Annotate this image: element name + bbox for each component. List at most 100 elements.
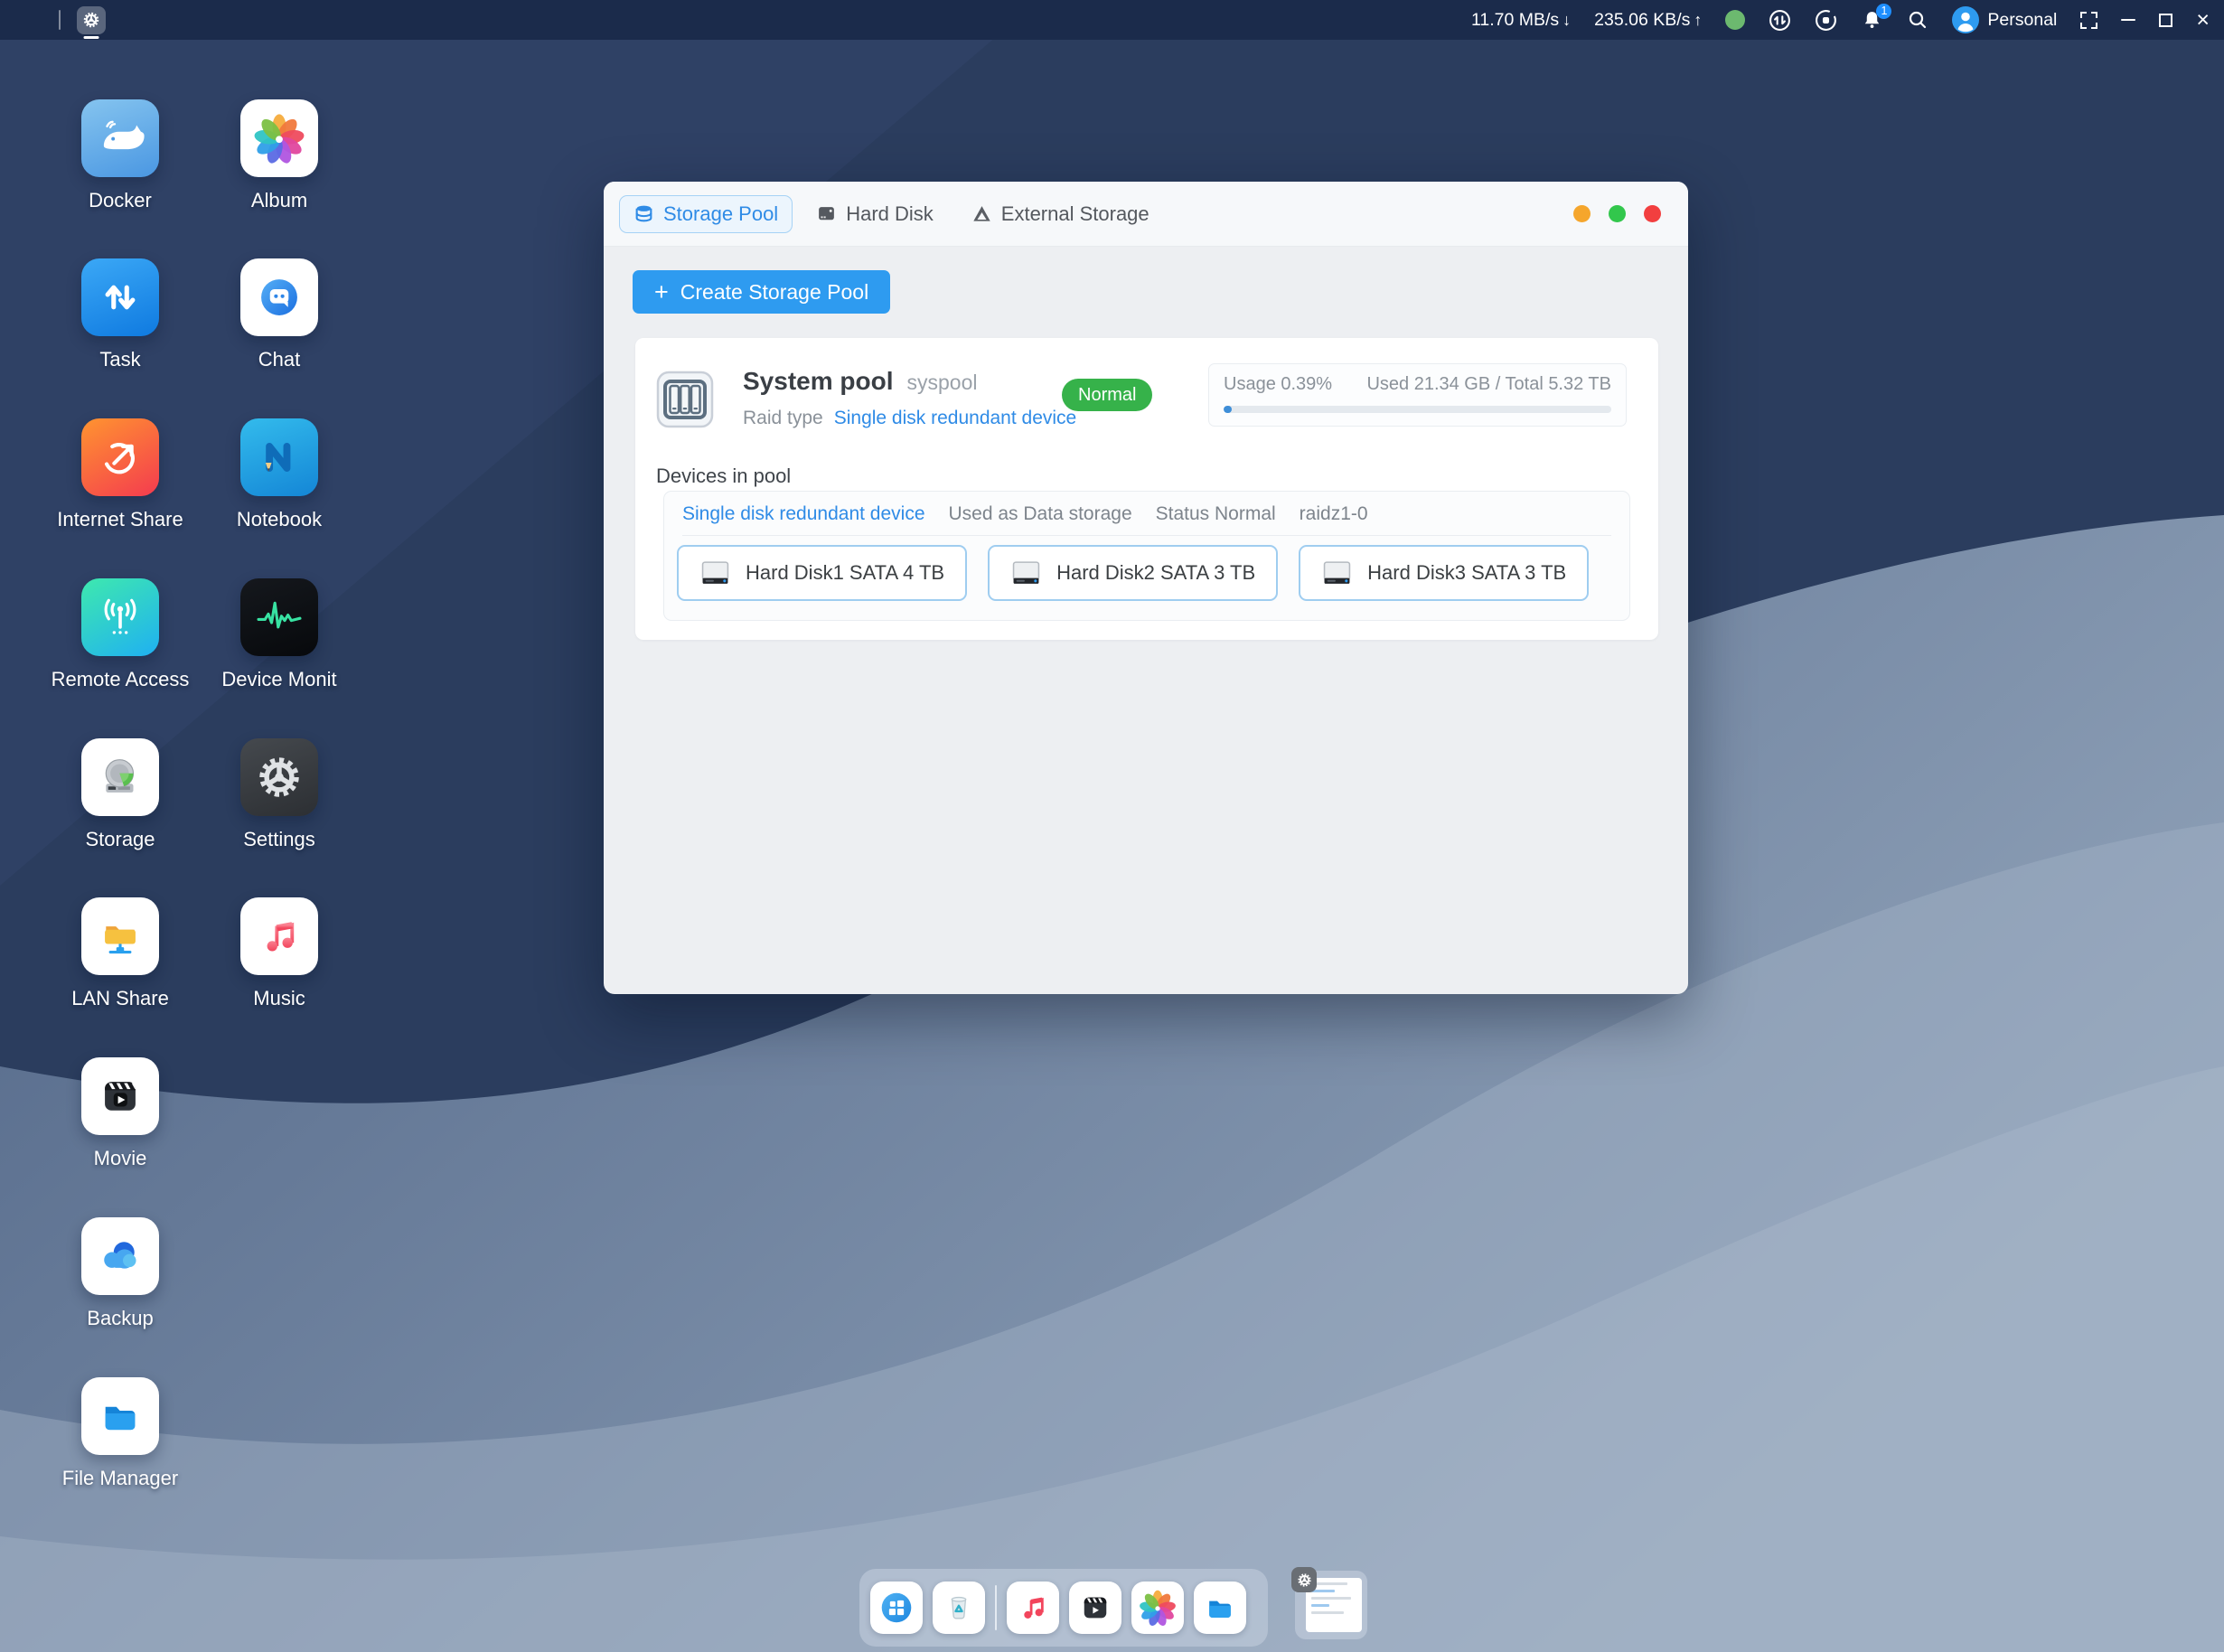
desktop-app-label: Settings [243,828,315,851]
remote-access-antenna-icon [81,578,159,656]
desktop-app-backup[interactable]: Backup [30,1217,211,1330]
desktop-app-label: LAN Share [71,987,169,1010]
desktop-app-chat[interactable]: Chat [189,258,370,371]
maximize-button[interactable] [2159,14,2172,27]
download-speed: 11.70 MB/s ↓ [1471,10,1571,31]
hdd-icon [1010,559,1043,587]
desktop-app-lan-share[interactable]: LAN Share [30,897,211,1010]
desktop-app-notebook[interactable]: Notebook [189,418,370,531]
usage-bar [1224,406,1611,413]
minimize-light[interactable] [1573,205,1591,222]
desktop-app-music[interactable]: Music [189,897,370,1010]
lan-share-folder-icon [81,897,159,975]
dock-app-launcher[interactable] [870,1582,923,1634]
dock-trash[interactable] [933,1582,985,1634]
pool-status-badge: Normal [1062,379,1152,411]
pool-raid-row: Raid type Single disk redundant device [743,408,1076,429]
devices-section-title: Devices in pool [656,465,791,488]
close-light[interactable] [1644,205,1661,222]
desktop-app-task[interactable]: Task [30,258,211,371]
fullscreen-icon[interactable] [2080,12,2097,29]
desktop-app-label: Task [99,348,140,371]
desktop-app-settings[interactable]: Settings [189,738,370,851]
raid-type-label: Raid type [743,408,823,429]
taskbar-divider [59,10,61,30]
backup-cloud-icon [81,1217,159,1295]
dock-music[interactable] [1007,1582,1059,1634]
desktop-app-remote-access[interactable]: Remote Access [30,578,211,691]
devices-used-as: Used as Data storage [949,503,1132,525]
create-storage-pool-button[interactable]: + Create Storage Pool [633,270,890,314]
desktop-app-movie[interactable]: Movie [30,1057,211,1170]
desktop-app-internet-share[interactable]: Internet Share [30,418,211,531]
album-pinwheel-icon [240,99,318,177]
minimize-button[interactable] [2121,19,2135,22]
search-icon[interactable] [1907,9,1928,31]
desktop-app-docker[interactable]: Docker [30,99,211,212]
desktop-app-file-manager[interactable]: File Manager [30,1377,211,1490]
maximize-light[interactable] [1609,205,1626,222]
notification-badge: 1 [1876,4,1891,19]
pool-title: System pool syspool [743,367,977,396]
minimized-window-thumbnail[interactable] [1295,1571,1367,1639]
tab-label: Hard Disk [846,202,934,226]
up-arrow-icon: ↑ [1694,11,1702,30]
taskbar-settings-app-button[interactable] [77,6,106,34]
desktop-app-storage[interactable]: Storage [30,738,211,851]
devices-box: Single disk redundant device Used as Dat… [663,491,1630,621]
desktop-app-label: Movie [94,1147,147,1170]
update-icon[interactable] [1815,9,1837,32]
disk-chip-1[interactable]: Hard Disk1 SATA 4 TB [677,545,967,601]
active-app-indicator [84,36,99,39]
devices-info-row: Single disk redundant device Used as Dat… [664,492,1629,525]
raid-type-link[interactable]: Single disk redundant device [834,408,1077,429]
internet-share-icon [81,418,159,496]
usage-panel: Usage 0.39% Used 21.34 GB / Total 5.32 T… [1208,363,1627,427]
app-launcher-icon [876,1587,917,1629]
pool-alias: syspool [906,371,977,395]
desktop-app-label: Notebook [237,508,322,531]
music-note-icon [1014,1589,1052,1627]
start-button[interactable] [18,8,42,33]
dock-movie[interactable] [1069,1582,1121,1634]
dock [859,1569,1268,1647]
disk-chip-3[interactable]: Hard Disk3 SATA 3 TB [1299,545,1589,601]
desktop-app-label: Backup [87,1307,153,1330]
notification-bell-icon[interactable]: 1 [1861,9,1883,32]
folder-icon [1201,1589,1239,1627]
close-button[interactable]: × [2196,9,2210,32]
trash-icon [940,1589,978,1627]
dock-file-manager[interactable] [1194,1582,1246,1634]
transfer-icon[interactable] [1769,9,1791,32]
desktop-app-album[interactable]: Album [189,99,370,212]
usage-percent-text: Usage 0.39% [1224,374,1332,395]
tab-hard-disk[interactable]: Hard Disk [802,195,948,233]
down-arrow-icon: ↓ [1562,11,1571,30]
storage-app-window: Storage Pool Hard Disk External Storage [604,182,1688,994]
status-dot-icon[interactable] [1725,10,1745,30]
desktop-app-label: Album [251,189,307,212]
desktop-app-label: Chat [258,348,300,371]
tab-storage-pool[interactable]: Storage Pool [619,195,793,233]
database-icon [633,203,654,224]
hard-disk-icon [816,203,837,224]
dock-album[interactable] [1131,1582,1184,1634]
tab-label: External Storage [1001,202,1150,226]
disk-chip-2[interactable]: Hard Disk2 SATA 3 TB [988,545,1278,601]
devices-raid-link[interactable]: Single disk redundant device [682,503,925,525]
ecg-monitor-icon [240,578,318,656]
music-note-icon [240,897,318,975]
docker-whale-icon [81,99,159,177]
pool-name: System pool [743,367,893,396]
usage-bar-fill [1224,406,1232,413]
window-tabbar: Storage Pool Hard Disk External Storage [604,182,1688,247]
desktop: 11.70 MB/s ↓ 235.06 KB/s ↑ [0,0,2224,1652]
chat-bubble-icon [240,258,318,336]
avatar [1952,6,1979,33]
desktop-app-label: Music [253,987,305,1010]
user-menu[interactable]: Personal [1952,6,2057,33]
hdd-icon [699,559,732,587]
desktop-app-label: File Manager [62,1467,178,1490]
desktop-app-device-monit[interactable]: Device Monit [189,578,370,691]
tab-external-storage[interactable]: External Storage [957,195,1164,233]
